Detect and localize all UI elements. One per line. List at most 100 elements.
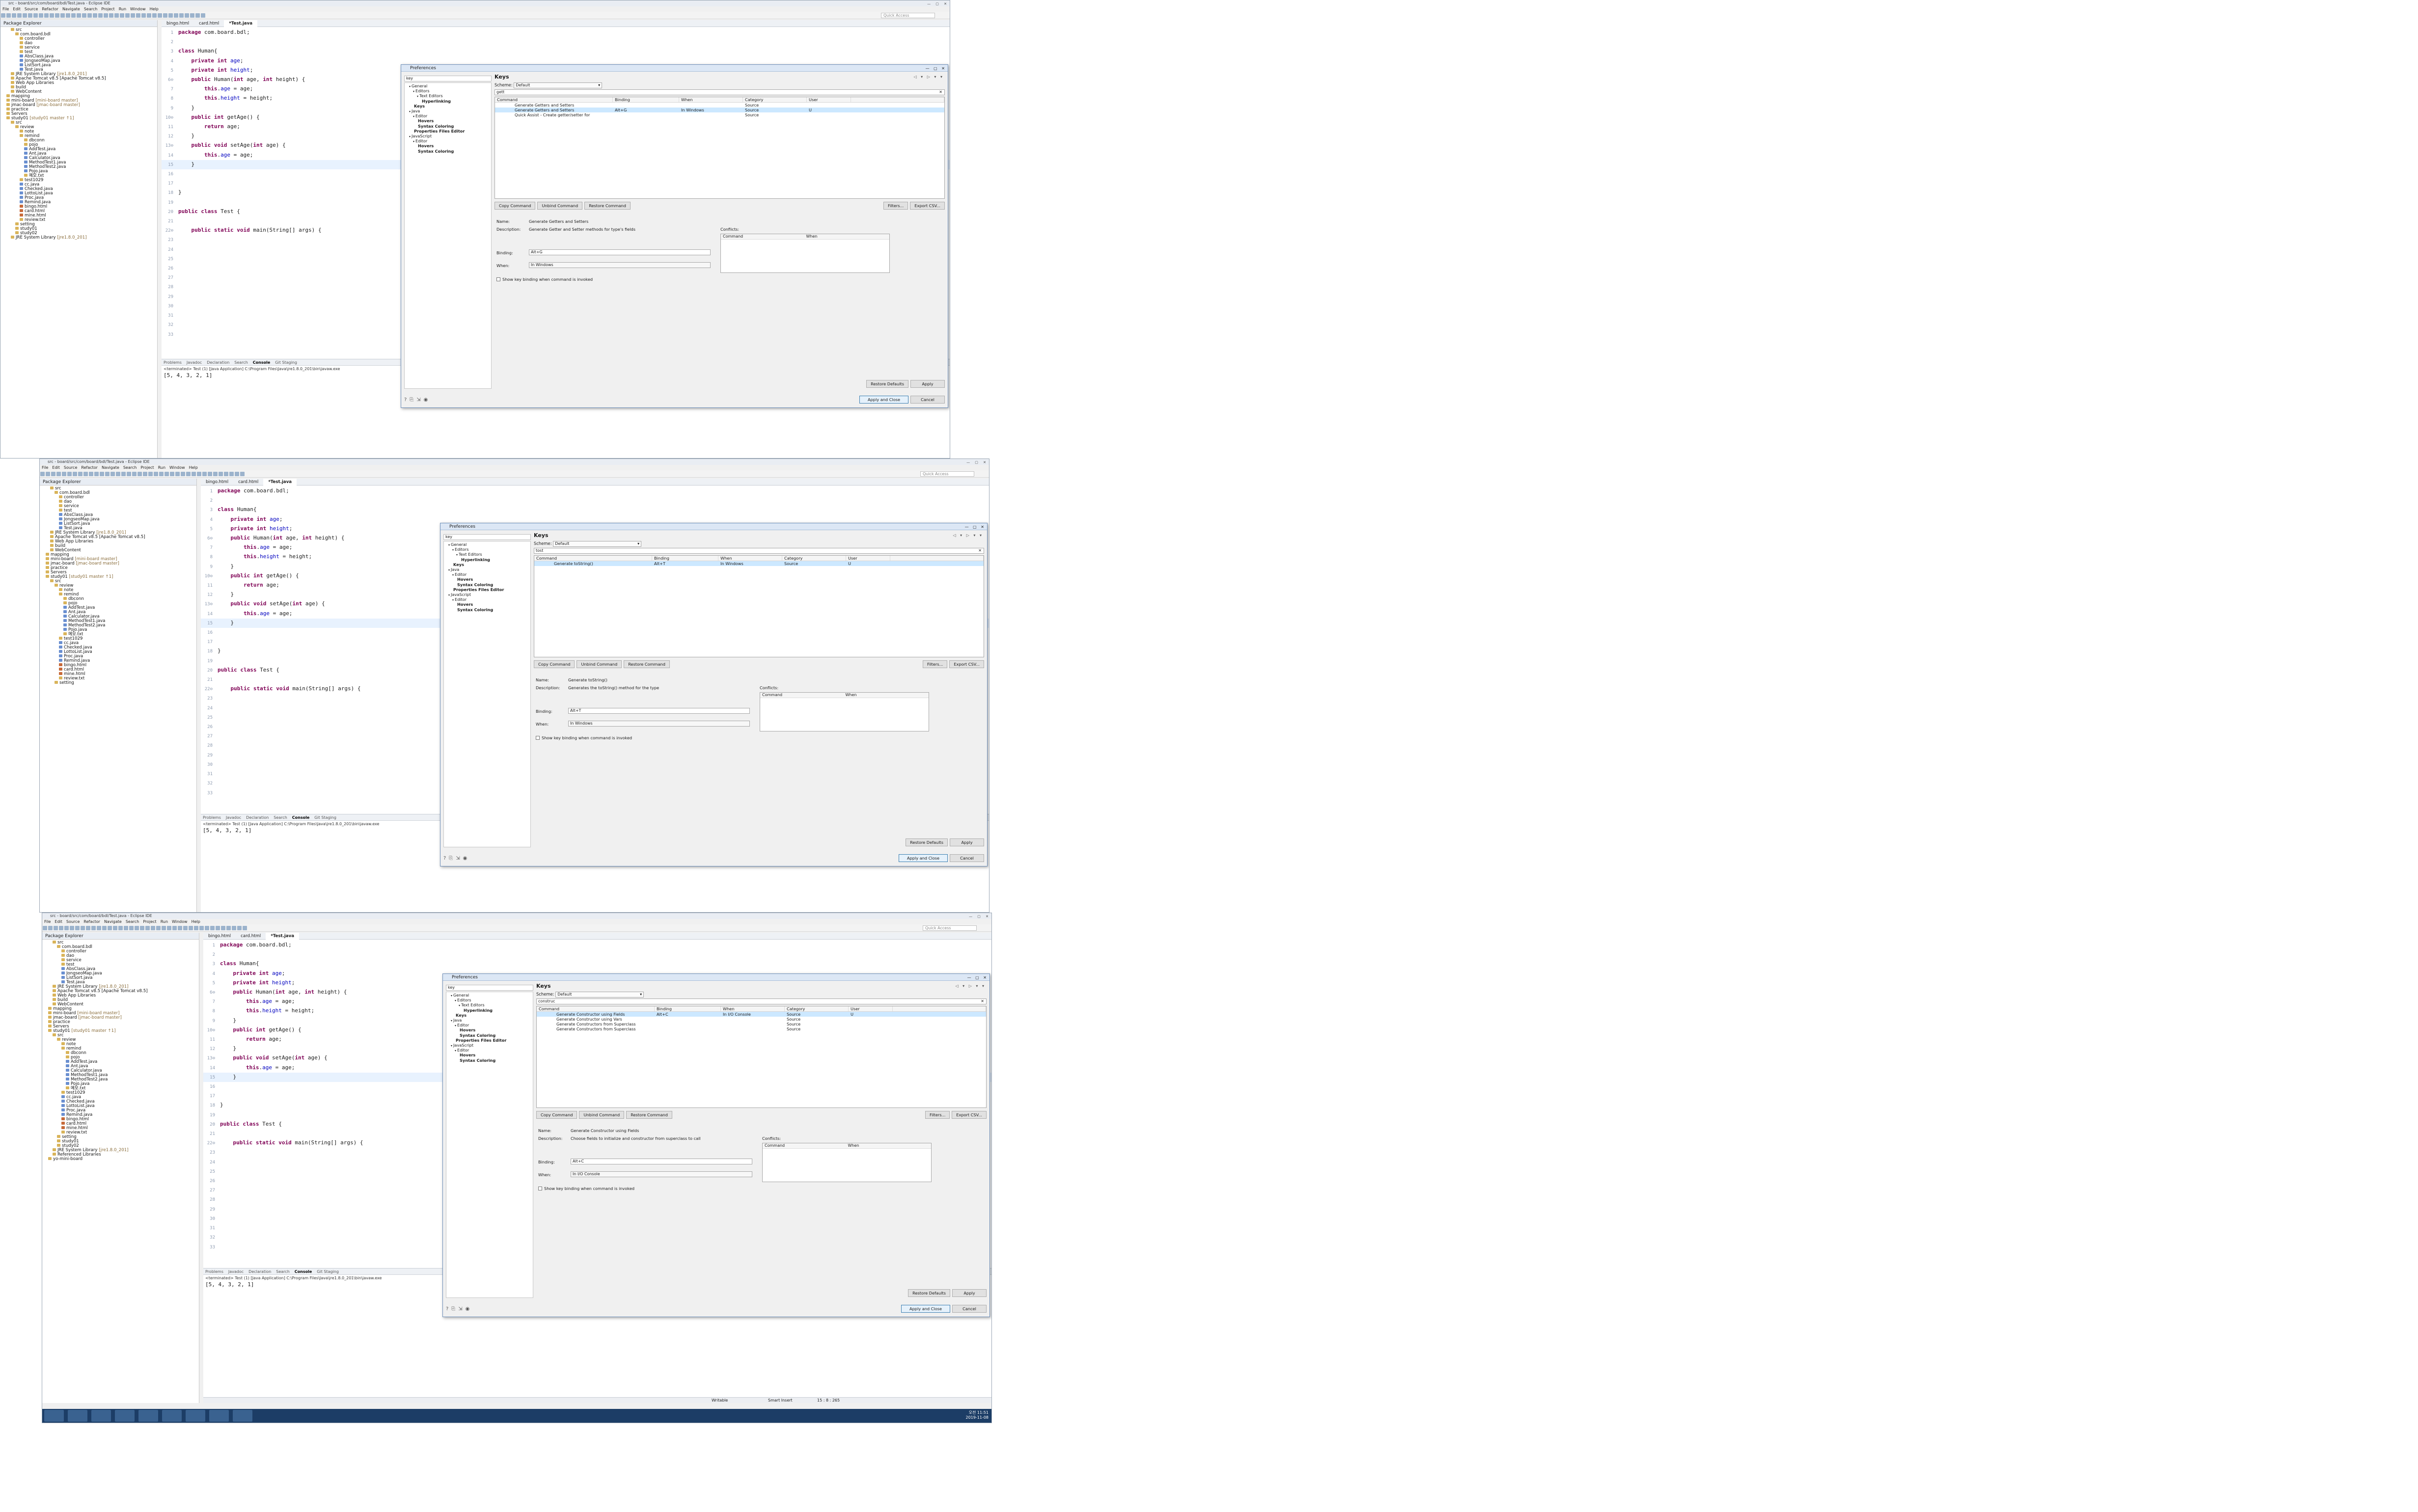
toolbar-icon[interactable] — [70, 926, 74, 930]
toolbar-icon[interactable] — [91, 926, 96, 930]
tab-console[interactable]: Console — [295, 1269, 312, 1274]
toolbar-icon[interactable] — [50, 13, 54, 18]
col-binding[interactable]: Binding — [655, 1006, 721, 1011]
menu-search[interactable]: Search — [84, 7, 97, 11]
expand-arrow-icon[interactable]: ▾ — [448, 543, 450, 547]
toolbar-icon[interactable] — [137, 472, 142, 476]
toolbar-icon[interactable] — [6, 13, 11, 18]
key-binding-row[interactable]: Quick Assist - Create getter/setter for S… — [495, 112, 944, 117]
expand-arrow-icon[interactable]: ▾ — [452, 573, 454, 577]
dialog-window-controls[interactable]: — ▢ ✕ — [967, 974, 988, 981]
tree-item[interactable]: remind — [2, 134, 157, 138]
menu-edit[interactable]: Edit — [52, 465, 60, 470]
key-binding-row[interactable]: Generate Constructor using Fields Alt+C In… — [537, 1012, 986, 1017]
toolbar-icon[interactable] — [55, 13, 59, 18]
toolbar-icon[interactable] — [141, 13, 146, 18]
menu-navigate[interactable]: Navigate — [102, 465, 119, 470]
tree-item[interactable]: remind — [44, 1047, 199, 1051]
col-when[interactable]: When — [718, 556, 782, 561]
tab-bingo-html[interactable]: bingo.html — [162, 20, 194, 27]
menu-navigate[interactable]: Navigate — [62, 7, 80, 11]
toolbar-icon[interactable] — [93, 13, 97, 18]
expand-arrow-icon[interactable]: ▾ — [451, 1019, 452, 1023]
tab-console[interactable]: Console — [292, 815, 310, 820]
show-binding-checkbox[interactable]: Show key binding when command is invoked — [536, 735, 632, 740]
menu-window[interactable]: Window — [172, 919, 188, 924]
tab-git-staging[interactable]: Git Staging — [275, 360, 297, 365]
toolbar-icon[interactable] — [51, 472, 55, 476]
toolbar-icon[interactable] — [165, 472, 169, 476]
tab-git-staging[interactable]: Git Staging — [314, 815, 336, 820]
toolbar-icon[interactable] — [28, 13, 32, 18]
col-category[interactable]: Category — [743, 97, 807, 102]
expand-arrow-icon[interactable]: ▾ — [451, 994, 452, 998]
checkbox-icon[interactable] — [536, 736, 540, 740]
toolbar-icon[interactable] — [221, 926, 225, 930]
toolbar-icon[interactable] — [82, 13, 86, 18]
expand-arrow-icon[interactable]: ▾ — [451, 1044, 452, 1048]
toolbar-icon[interactable] — [39, 13, 43, 18]
toolbar-icon[interactable] — [240, 472, 245, 476]
toolbar-icon[interactable] — [186, 472, 191, 476]
toolbar-icon[interactable] — [189, 926, 193, 930]
tree-item[interactable]: study01 [study01 master ↑1] — [2, 116, 157, 121]
col-binding[interactable]: Binding — [613, 97, 679, 102]
apply-button[interactable]: Apply — [952, 1289, 987, 1297]
cancel-button[interactable]: Cancel — [950, 854, 984, 862]
command-search-input[interactable]: gett ✕ — [495, 89, 945, 95]
tree-item[interactable]: MethodTest1.java — [2, 161, 157, 165]
toolbar-icon[interactable] — [175, 472, 180, 476]
tree-item[interactable]: Ant.java — [2, 152, 157, 156]
menu-project[interactable]: Project — [101, 7, 114, 11]
toolbar-icon[interactable] — [67, 472, 72, 476]
quick-access-input[interactable]: Quick Access — [881, 13, 935, 18]
tree-item[interactable]: JRE System Library [jre1.8.0_201] — [2, 236, 157, 240]
restore-command-button[interactable]: Restore Command — [624, 660, 670, 668]
expand-arrow-icon[interactable]: ▾ — [448, 594, 450, 597]
tab-test-java[interactable]: *Test.java — [263, 479, 297, 486]
system-tray-clock[interactable]: 오전 11:51 2019-11-08 — [966, 1410, 989, 1420]
toolbar-icon[interactable] — [89, 472, 93, 476]
quick-access-input[interactable]: Quick Access — [923, 925, 977, 931]
menu-help[interactable]: Help — [189, 465, 198, 470]
menu-window[interactable]: Window — [130, 7, 146, 11]
toolbar-icon[interactable] — [205, 926, 209, 930]
tree-item[interactable]: Calculator.java — [42, 615, 196, 619]
toolbar-icon[interactable] — [192, 472, 196, 476]
key-binding-row[interactable]: Generate Constructors from Superclass Sou… — [537, 1026, 986, 1031]
menu-window[interactable]: Window — [169, 465, 185, 470]
toolbar-icon[interactable] — [226, 926, 231, 930]
toolbar-icon[interactable] — [194, 926, 198, 930]
restore-defaults-button[interactable]: Restore Defaults — [866, 380, 908, 388]
toolbar-icon[interactable] — [125, 13, 130, 18]
taskbar-app-icon[interactable] — [162, 1410, 182, 1422]
taskbar-app-icon[interactable] — [186, 1410, 205, 1422]
toolbar-icon[interactable] — [185, 13, 189, 18]
col-command[interactable]: Command — [534, 556, 652, 561]
tab-problems[interactable]: Problems — [203, 815, 221, 820]
tab-javadoc[interactable]: Javadoc — [187, 360, 202, 365]
pref-tree-node[interactable]: Syntax Coloring — [448, 1058, 531, 1063]
toolbar-icon[interactable] — [197, 472, 201, 476]
col-command[interactable]: Command — [495, 97, 613, 102]
help-icon[interactable]: ?⎘⇲◉ — [404, 397, 431, 403]
toolbar-icon[interactable] — [110, 472, 115, 476]
toolbar-icon[interactable] — [113, 926, 117, 930]
toolbar-icon[interactable] — [17, 13, 22, 18]
col-user[interactable]: User — [849, 1006, 893, 1011]
col-category[interactable]: Category — [785, 1006, 849, 1011]
command-search-input[interactable]: tost ✕ — [534, 548, 984, 554]
toolbar-icon[interactable] — [232, 926, 236, 930]
scheme-select[interactable]: Default — [555, 991, 644, 998]
tree-item[interactable]: MethodTest2.java — [42, 623, 196, 628]
toolbar-icon[interactable] — [83, 472, 88, 476]
clear-search-icon[interactable]: ✕ — [939, 90, 942, 95]
col-when[interactable]: When — [679, 97, 743, 102]
toolbar-icon[interactable] — [108, 926, 112, 930]
tree-item[interactable]: MethodTest1.java — [42, 619, 196, 623]
expand-arrow-icon[interactable]: ▾ — [417, 95, 418, 98]
toolbar-icon[interactable] — [156, 926, 161, 930]
clear-search-icon[interactable]: ✕ — [978, 548, 982, 553]
toolbar-icon[interactable] — [81, 926, 85, 930]
pref-tree-node[interactable]: ▾ Editors — [406, 89, 490, 94]
